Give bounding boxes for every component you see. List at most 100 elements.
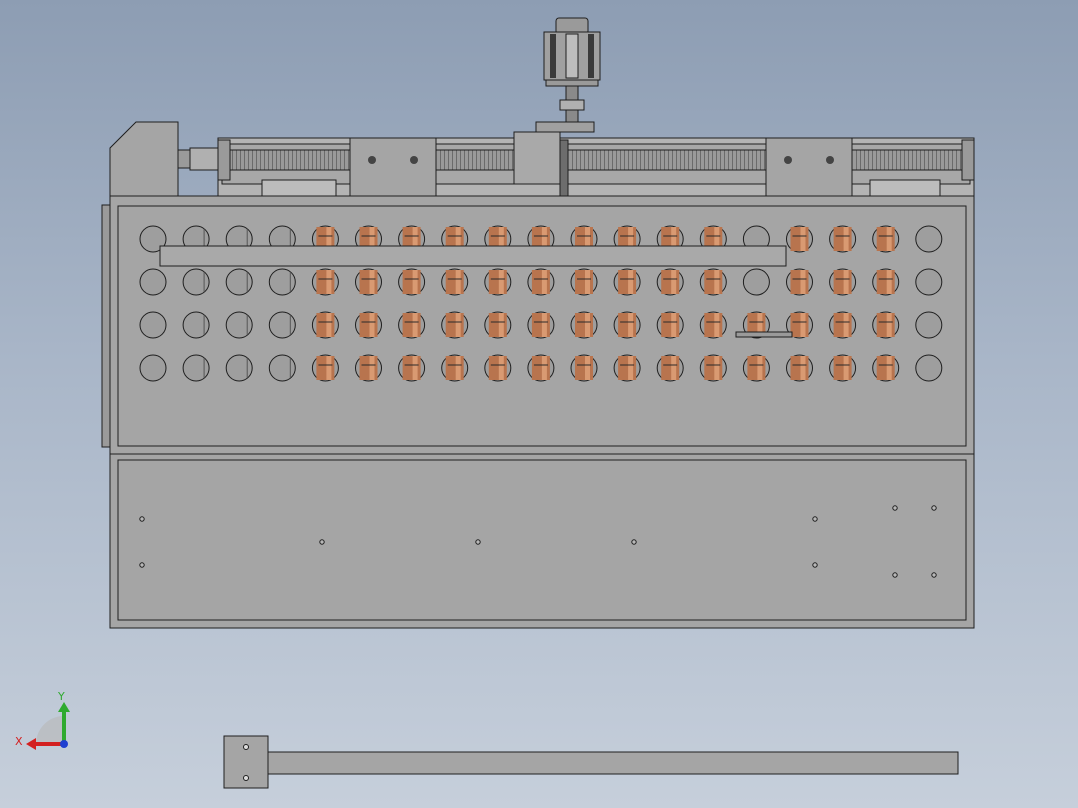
center-block[interactable] [513,131,561,185]
cylinder-highlight [886,356,892,380]
cylinder-highlight [628,313,634,337]
panel-hole [915,225,943,253]
copper-cylinder [704,313,723,337]
copper-cylinder [575,270,593,294]
carriage-left[interactable] [349,137,437,197]
copper-cylinder [359,270,378,294]
copper-cylinder [316,356,335,380]
coordinate-triad-icon: Y X [15,690,70,750]
copper-cylinder [661,270,680,294]
cylinder-highlight [498,356,504,380]
copper-cylinder [790,227,809,251]
copper-cylinder [359,356,378,380]
copper-cylinder [704,270,723,294]
panel-hole [915,354,943,382]
cylinder-highlight [843,270,849,294]
panel-hole [139,268,167,296]
copper-cylinder [876,356,895,380]
copper-cylinder [876,227,895,251]
crossbar[interactable] [159,245,787,267]
copper-cylinder [618,356,637,380]
ball-screw-right [851,149,963,171]
copper-cylinder [488,270,507,294]
panel-hole [139,311,167,339]
cylinder-highlight [585,313,590,337]
cylinder-highlight [886,227,892,251]
cylinder-highlight [541,270,547,294]
copper-cylinder [790,356,809,380]
panel-hole [268,268,296,296]
copper-cylinder [531,313,550,337]
panel-hole [268,311,296,339]
cylinder-highlight [714,356,720,380]
bottom-bracket[interactable] [223,735,959,789]
cylinder-highlight [843,313,849,337]
panel-hole [915,311,943,339]
copper-cylinder [488,356,507,380]
cylinder-highlight [585,270,590,294]
x-axis-label: X [15,735,23,748]
cylinder-highlight [412,313,418,337]
copper-cylinder [876,313,895,337]
copper-cylinder [661,313,680,337]
cylinder-highlight [714,270,720,294]
copper-cylinder [618,270,637,294]
cylinder-highlight [843,356,849,380]
cylinder-highlight [541,356,547,380]
upper-panel[interactable] [101,195,975,455]
cylinder-highlight [455,313,461,337]
panel-hole [268,354,296,382]
copper-cylinder [445,356,464,380]
cylinder-highlight [369,356,375,380]
cylinder-highlight [628,270,634,294]
copper-cylinder [833,227,852,251]
lower-panel[interactable] [109,453,975,629]
copper-cylinder [833,313,852,337]
carriage-right[interactable] [765,137,853,197]
copper-cylinder [704,356,723,380]
left-end-bracket[interactable] [109,121,219,197]
cylinder-highlight [541,313,547,337]
cylinder-highlight [498,270,504,294]
panel-hole [225,268,253,296]
cylinder-highlight [369,270,375,294]
panel-hole [182,354,210,382]
linear-rail[interactable] [217,131,975,197]
copper-cylinder [790,270,809,294]
copper-cylinder [445,270,464,294]
copper-cylinder [402,270,421,294]
copper-cylinder [531,356,550,380]
copper-cylinder [833,270,852,294]
panel-hole [225,354,253,382]
cylinder-highlight [326,356,332,380]
motor-assembly[interactable] [535,17,601,133]
cylinder-highlight [671,356,677,380]
panel-hole [915,268,943,296]
cylinder-highlight [498,313,504,337]
y-axis-label: Y [57,690,65,703]
cylinder-highlight [843,227,849,251]
cylinder-highlight [455,356,461,380]
cylinder-highlight [455,270,461,294]
copper-cylinder [661,356,680,380]
panel-hole [182,311,210,339]
cylinder-highlight [671,270,677,294]
copper-cylinder [618,313,637,337]
cylinder-highlight [369,313,375,337]
cylinder-highlight [326,313,332,337]
copper-cylinder [402,356,421,380]
copper-cylinder [833,356,852,380]
panel-hole [182,268,210,296]
cylinder-highlight [585,356,590,380]
cad-viewport[interactable]: Y X [0,0,1078,808]
panel-hole [742,268,770,296]
cylinder-highlight [412,356,418,380]
copper-cylinder [359,313,378,337]
cylinder-highlight [800,270,806,294]
cylinder-highlight [714,313,720,337]
cylinder-highlight [628,356,634,380]
cylinder-highlight [671,313,677,337]
copper-cylinder [316,270,335,294]
cylinder-highlight [886,270,892,294]
panel-hole [225,311,253,339]
